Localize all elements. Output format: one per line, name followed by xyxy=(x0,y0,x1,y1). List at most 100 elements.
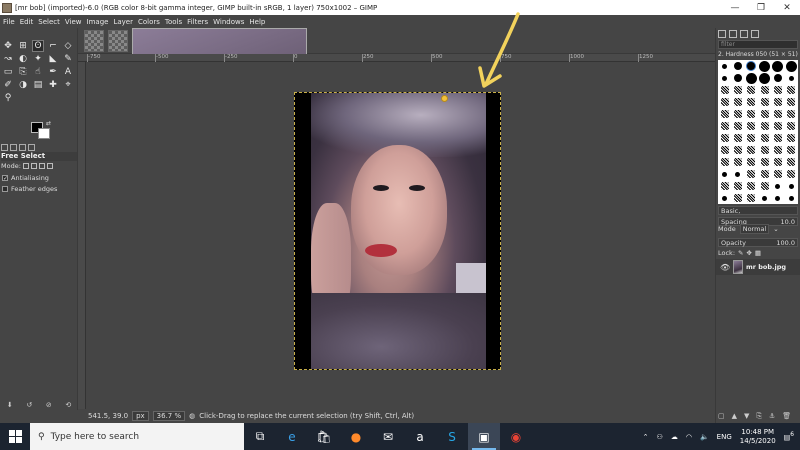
gradient-tool-icon[interactable]: ▤ xyxy=(32,79,44,91)
paintbrush-tool-icon[interactable]: ✎ xyxy=(62,53,74,65)
reset-options-icon[interactable]: ⟲ xyxy=(65,401,71,409)
chevron-down-icon[interactable]: ⌄ xyxy=(773,225,778,233)
menu-layer[interactable]: Layer xyxy=(113,18,133,26)
delete-layer-icon[interactable]: 🗑 xyxy=(782,412,791,421)
restore-options-icon[interactable]: ↺ xyxy=(26,401,32,409)
color-picker-tool-icon[interactable]: ✐ xyxy=(2,79,14,91)
measure-tool-icon[interactable]: ⌖ xyxy=(62,79,74,91)
fonts-tab-icon[interactable] xyxy=(740,30,748,38)
align-tool-icon[interactable]: ⊞ xyxy=(17,40,29,52)
swap-colors-icon[interactable]: ⇄ xyxy=(46,120,51,127)
fg-bg-color-selector[interactable]: ⇄ xyxy=(31,120,51,140)
crop-tool-icon[interactable]: ⌐ xyxy=(47,40,59,52)
menu-image[interactable]: Image xyxy=(87,18,109,26)
menu-select[interactable]: Select xyxy=(38,18,60,26)
menu-windows[interactable]: Windows xyxy=(213,18,244,26)
menu-filters[interactable]: Filters xyxy=(187,18,208,26)
image-tab-blank-1[interactable] xyxy=(84,30,104,52)
lock-position-icon[interactable]: ✥ xyxy=(746,249,751,257)
clone-tool-icon[interactable]: ⎘ xyxy=(17,66,29,78)
chrome-icon[interactable]: ◉ xyxy=(500,423,532,450)
lock-pixels-icon[interactable]: ✎ xyxy=(738,249,743,257)
gimp-taskbar-icon[interactable]: ▣ xyxy=(468,423,500,450)
volume-icon[interactable]: 🔈 xyxy=(700,433,709,441)
amazon-icon[interactable]: a xyxy=(404,423,436,450)
replace-mode-icon[interactable] xyxy=(22,163,29,169)
brush-preset-select[interactable]: Basic, xyxy=(718,206,798,215)
unified-transform-tool-icon[interactable]: ◇ xyxy=(62,40,74,52)
menu-edit[interactable]: Edit xyxy=(20,18,34,26)
foreground-select-tool-icon[interactable]: ◐ xyxy=(17,53,29,65)
text-tool-icon[interactable]: A xyxy=(62,66,74,78)
firefox-icon[interactable]: ● xyxy=(340,423,372,450)
layer-mode-select[interactable]: Normal xyxy=(739,224,770,234)
antialiasing-option[interactable]: ✓ Antialiasing xyxy=(2,174,49,182)
patterns-tab-icon[interactable] xyxy=(729,30,737,38)
store-icon[interactable]: 🛍 xyxy=(308,423,340,450)
lock-alpha-icon[interactable]: ▦ xyxy=(755,249,761,257)
background-color-swatch[interactable] xyxy=(38,128,50,139)
eraser-tool-icon[interactable]: ▭ xyxy=(2,66,14,78)
menu-colors[interactable]: Colors xyxy=(138,18,160,26)
warp-transform-tool-icon[interactable]: ↝ xyxy=(2,53,14,65)
language-indicator[interactable]: ENG xyxy=(717,433,732,441)
feather-checkbox[interactable] xyxy=(2,186,8,192)
subtract-mode-icon[interactable] xyxy=(38,163,45,169)
maximize-button[interactable]: ❐ xyxy=(748,0,774,15)
intersect-mode-icon[interactable] xyxy=(46,163,53,169)
visibility-eye-icon[interactable]: 👁 xyxy=(720,263,730,272)
layer-name[interactable]: mr bob.jpg xyxy=(746,263,786,271)
skype-icon[interactable]: S xyxy=(436,423,468,450)
smudge-tool-icon[interactable]: ☝ xyxy=(32,66,44,78)
task-view-icon[interactable]: ⧉ xyxy=(244,423,276,450)
vertical-ruler[interactable] xyxy=(78,62,86,409)
menu-tools[interactable]: Tools xyxy=(165,18,182,26)
cloud-icon[interactable]: ☁ xyxy=(671,433,678,441)
fuzzy-select-tool-icon[interactable]: ✦ xyxy=(32,53,44,65)
minimize-button[interactable]: — xyxy=(722,0,748,15)
raise-layer-icon[interactable]: ▲ xyxy=(732,412,737,421)
menu-help[interactable]: Help xyxy=(249,18,265,26)
horizontal-ruler[interactable]: -750 -500 -250 0 250 500 750 1000 1250 xyxy=(78,54,715,62)
lower-layer-icon[interactable]: ▼ xyxy=(744,412,749,421)
layer-row[interactable]: 👁 mr bob.jpg xyxy=(716,259,800,275)
bucket-fill-tool-icon[interactable]: ◣ xyxy=(47,53,59,65)
save-options-icon[interactable]: ⬇ xyxy=(7,401,13,409)
delete-options-icon[interactable]: ⊘ xyxy=(46,401,52,409)
image-tab-blank-2[interactable] xyxy=(108,30,128,52)
mail-icon[interactable]: ✉ xyxy=(372,423,404,450)
feather-option[interactable]: Feather edges xyxy=(2,185,57,193)
new-layer-icon[interactable]: ▢ xyxy=(718,412,725,421)
clock[interactable]: 10:48 PM 14/5/2020 xyxy=(740,428,776,446)
selection-anchor-handle[interactable] xyxy=(441,95,448,102)
heal-tool-icon[interactable]: ✚ xyxy=(47,79,59,91)
undo-history-tab-icon[interactable] xyxy=(19,144,26,151)
image-canvas[interactable] xyxy=(86,62,715,409)
edge-browser-icon[interactable]: e xyxy=(276,423,308,450)
menu-view[interactable]: View xyxy=(65,18,82,26)
document-history-tab-icon[interactable] xyxy=(751,30,759,38)
brush-filter-input[interactable]: filter xyxy=(718,40,798,49)
path-tool-icon[interactable]: ✒ xyxy=(47,66,59,78)
close-button[interactable]: ✕ xyxy=(774,0,800,15)
free-select-tool-icon[interactable]: ʘ xyxy=(32,40,44,52)
device-status-tab-icon[interactable] xyxy=(10,144,17,151)
zoom-tool-icon[interactable]: ⚲ xyxy=(2,92,14,104)
wifi-icon[interactable]: ◠ xyxy=(686,433,692,441)
start-button[interactable] xyxy=(0,423,30,450)
tool-options-tab-icon[interactable] xyxy=(1,144,8,151)
network-status-icon[interactable]: ⚇ xyxy=(657,433,663,441)
add-mode-icon[interactable] xyxy=(30,163,37,169)
antialiasing-checkbox[interactable]: ✓ xyxy=(2,175,8,182)
brush-grid[interactable] xyxy=(718,60,798,204)
layer-opacity-field[interactable]: Opacity 100.0 xyxy=(718,238,798,247)
duplicate-layer-icon[interactable]: ⎘ xyxy=(756,412,762,421)
images-tab-icon[interactable] xyxy=(28,144,35,151)
move-tool-icon[interactable]: ✥ xyxy=(2,40,14,52)
notification-center-icon[interactable]: ▤6 xyxy=(784,432,794,441)
unit-select[interactable]: px xyxy=(132,411,149,421)
taskbar-search[interactable]: ⚲ Type here to search xyxy=(30,423,244,450)
zoom-select[interactable]: 36.7 % xyxy=(152,411,186,421)
menu-file[interactable]: File xyxy=(3,18,15,26)
anchor-layer-icon[interactable]: ⚓ xyxy=(769,412,775,421)
